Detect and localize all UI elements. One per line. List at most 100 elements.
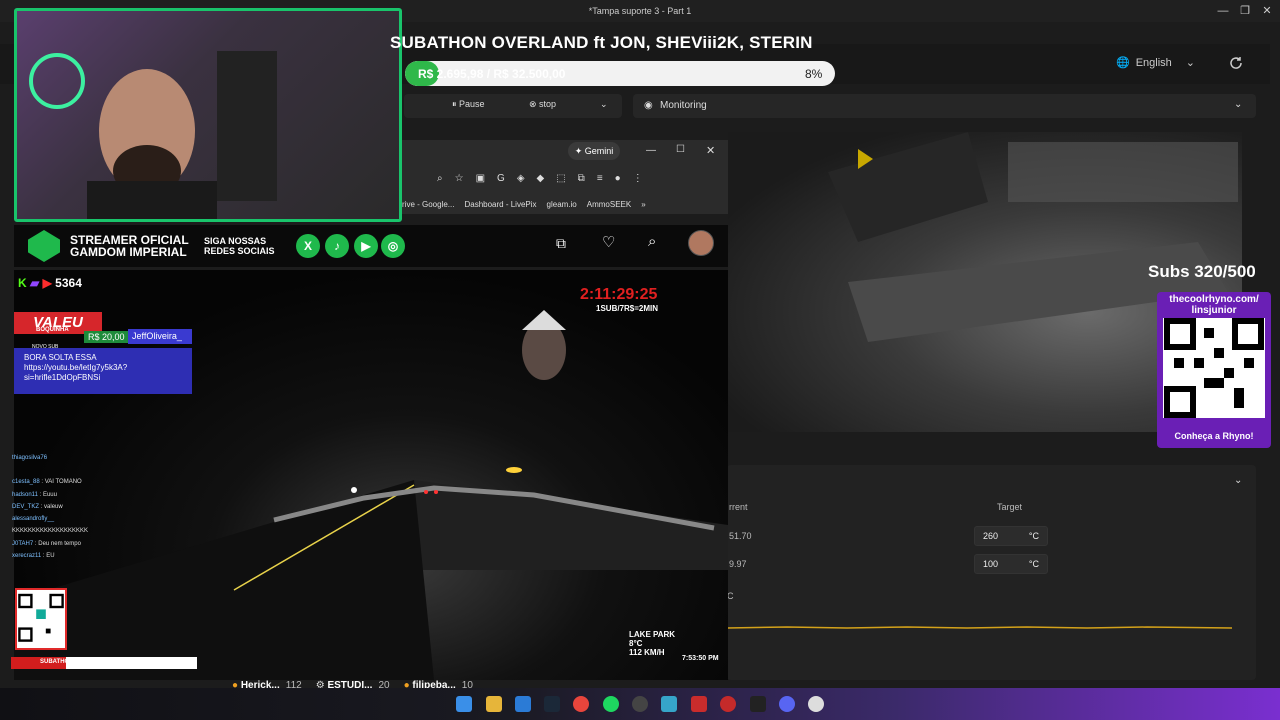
heart-icon[interactable]: ♡	[602, 233, 615, 251]
qr-code-icon	[15, 588, 67, 650]
webcam-scene	[29, 51, 277, 219]
bookmark-item[interactable]: gleam.io	[547, 200, 577, 209]
maximize-icon[interactable]: ❐	[1234, 0, 1256, 22]
monitoring-label: Monitoring	[660, 100, 707, 111]
chat-line: alessandrofly__	[12, 513, 172, 525]
chat-text: Deu nem tempo	[38, 540, 81, 547]
chat-text: EU	[46, 553, 55, 560]
maximize-icon[interactable]: ☐	[676, 144, 685, 155]
language-label: English	[1135, 56, 1172, 69]
minimize-icon[interactable]: —	[646, 145, 656, 156]
close-icon[interactable]: ✕	[1256, 0, 1278, 22]
hud-time: 7:53:50 PM	[682, 655, 719, 662]
obs-icon[interactable]	[632, 696, 648, 712]
temperature-chart-line	[727, 626, 1232, 629]
subathon-timer: 2:11:29:25	[580, 286, 658, 303]
start-icon[interactable]	[456, 696, 472, 712]
donation-amount: R$ 20,00	[84, 331, 129, 343]
bed-current: 9.97	[729, 559, 747, 569]
youtube-icon: ▶	[42, 276, 52, 290]
screenshot-icon[interactable]: ⧉	[578, 173, 585, 184]
stop-button[interactable]: ⊗ stop	[529, 99, 556, 110]
extension-icon[interactable]: ◆	[537, 173, 545, 184]
viewer-count: K ▰ ▶ 5364	[18, 276, 82, 290]
donation-alert-subtitle: BOQUINHA	[36, 327, 69, 333]
puzzle-icon[interactable]: ⬚	[556, 173, 565, 184]
nozzle-target-input[interactable]: 260 °C	[974, 526, 1048, 546]
app-icon[interactable]	[691, 696, 707, 712]
twitch-icon: ▰	[30, 276, 40, 290]
pause-label: Pause	[459, 99, 485, 109]
language-selector[interactable]: 🌐 English ⌄	[1116, 56, 1195, 70]
hud-location: LAKE PARK	[629, 630, 676, 639]
chat-user: DEV_TKZ	[12, 503, 40, 510]
app-icon[interactable]	[661, 696, 677, 712]
chat-user: xerecraz11	[12, 553, 42, 560]
hud-speed: 112 KM/H	[629, 648, 665, 657]
chevron-down-icon[interactable]: ⌄	[600, 99, 608, 110]
zoom-icon[interactable]: ⌕	[437, 173, 443, 184]
donation-user: JeffOliveira_	[128, 329, 192, 344]
extension-icon[interactable]: ▣	[476, 173, 485, 184]
chat-text: valeuw	[44, 503, 63, 510]
refresh-icon[interactable]	[1228, 55, 1244, 71]
follow-line-2: REDES SOCIAIS	[204, 246, 275, 256]
donation-goal-text: R$ 2.695,98 / R$ 32.500,00	[418, 67, 566, 81]
chat-user: thiagosilva76	[12, 455, 48, 461]
chat-line: c1esta_88 : VAI TOMANO	[12, 479, 82, 486]
bookmark-item[interactable]: rive - Google...	[402, 200, 454, 209]
chat-line: J0TAH7 : Deu nem tempo	[12, 540, 81, 547]
discord-icon[interactable]	[779, 696, 795, 712]
bookmarks-bar: rive - Google... Dashboard - LivePix gle…	[402, 194, 728, 214]
sponsor-line-2: GAMDOM IMPERIAL	[70, 245, 187, 259]
chat-text: KKKKKKKKKKKKKKKKKKK	[12, 528, 89, 535]
app-icon[interactable]	[808, 696, 824, 712]
bookmark-item[interactable]: Dashboard - LivePix	[464, 200, 536, 209]
bookmark-item[interactable]: AmmoSEEK	[587, 200, 631, 209]
chat-line: xerecraz11 : EU	[12, 553, 55, 560]
spotify-icon[interactable]	[603, 696, 619, 712]
profile-icon[interactable]: ●	[615, 173, 621, 184]
x-icon: X	[296, 234, 320, 258]
search-icon[interactable]: ⌕	[648, 233, 656, 250]
streamer-webcam	[14, 8, 402, 222]
chat-overlay: thiagosilva76 c1esta_88 : VAI TOMANO had…	[12, 452, 172, 562]
instagram-icon: ◎	[381, 234, 405, 258]
target-header: Target	[997, 502, 1023, 512]
chat-user: c1esta_88	[12, 479, 40, 486]
chat-text: Euuu	[42, 491, 57, 498]
terminal-icon[interactable]	[750, 696, 766, 712]
folder-icon[interactable]	[486, 696, 502, 712]
qr-cta: Conheça a Rhyno!	[1174, 431, 1254, 441]
stop-label: stop	[539, 99, 557, 109]
close-icon[interactable]: ✕	[706, 144, 715, 157]
avatar[interactable]	[688, 230, 714, 256]
bed-target-input[interactable]: 100 °C	[974, 554, 1048, 574]
steam-icon[interactable]	[544, 696, 560, 712]
clips-icon[interactable]: ⧉	[556, 235, 566, 252]
minimize-icon[interactable]: —	[1212, 0, 1234, 22]
menu-icon[interactable]: ⋮	[633, 173, 643, 184]
chat-user: alessandrofly__	[12, 516, 55, 523]
subathon-title: SUBATHON OVERLAND ft JON, SHEViii2K, STE…	[390, 33, 813, 52]
chevron-right-icon[interactable]: »	[641, 200, 645, 209]
qr-pattern	[18, 593, 64, 642]
google-icon[interactable]: G	[497, 173, 505, 184]
chat-user: hadson11	[12, 491, 38, 498]
chevron-down-icon[interactable]: ⌄	[1234, 99, 1242, 110]
subathon-progress-text: SUBATHON (R$ 11.918,80/R$ 40.000,00)	[40, 659, 153, 665]
reading-list-icon[interactable]: ≡	[597, 173, 603, 184]
star-icon[interactable]: ☆	[455, 173, 464, 184]
hud-temp: 8°C	[629, 639, 643, 648]
pause-button[interactable]: ⏸ Pause	[452, 99, 485, 110]
record-icon[interactable]	[720, 696, 736, 712]
edge-icon[interactable]	[515, 696, 531, 712]
qr-pattern	[1164, 318, 1264, 418]
monitoring-panel-header[interactable]	[633, 94, 1256, 118]
extension-icon[interactable]: ◈	[517, 173, 525, 184]
chrome-icon[interactable]	[573, 696, 589, 712]
chevron-down-icon[interactable]: ⌄	[1234, 475, 1242, 486]
browser-toolbar: ⌕ ☆ ▣ G ◈ ◆ ⬚ ⧉ ≡ ● ⋮	[437, 173, 643, 184]
chat-line: thiagosilva76	[12, 452, 172, 464]
gemini-button[interactable]: ✦ Gemini	[568, 142, 620, 160]
